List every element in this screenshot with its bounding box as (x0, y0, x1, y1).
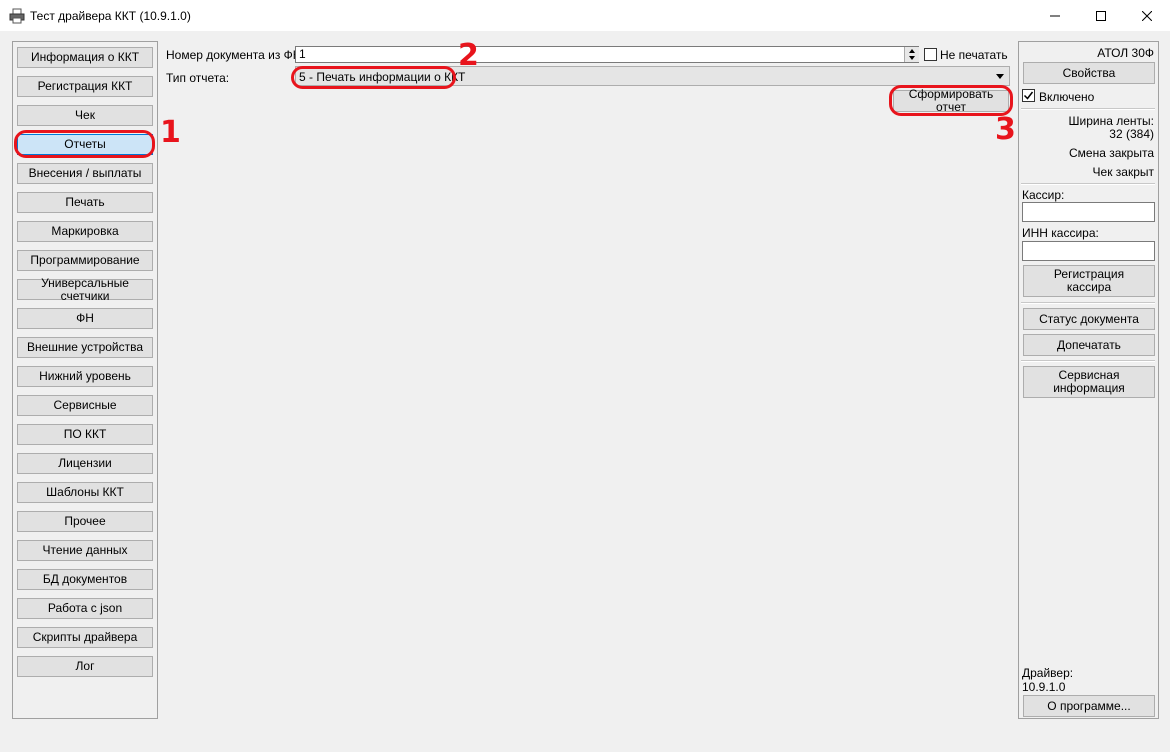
sidebar-item-kkt-registration[interactable]: Регистрация ККТ (17, 76, 153, 97)
spinner-arrows-icon (909, 49, 915, 60)
receipt-status: Чек закрыт (1092, 165, 1154, 179)
shift-status: Смена закрыта (1069, 146, 1154, 160)
separator (1021, 108, 1155, 110)
device-name: АТОЛ 30Ф (1097, 46, 1154, 60)
printer-icon (9, 8, 25, 24)
sidebar-item-log[interactable]: Лог (17, 656, 153, 677)
no-print-checkbox[interactable] (924, 48, 937, 61)
properties-button[interactable]: Свойства (1023, 62, 1155, 84)
minimize-icon (1050, 15, 1060, 16)
separator (1021, 183, 1155, 185)
callout-reports (14, 130, 155, 158)
chevron-down-icon (996, 74, 1004, 79)
minimize-button[interactable] (1032, 0, 1078, 31)
cashier-label: Кассир: (1022, 188, 1065, 202)
sidebar-item-json[interactable]: Работа с json (17, 598, 153, 619)
enabled-checkbox[interactable] (1022, 89, 1035, 102)
sidebar-item-other[interactable]: Прочее (17, 511, 153, 532)
sidebar-item-low-level[interactable]: Нижний уровень (17, 366, 153, 387)
sidebar-item-receipt[interactable]: Чек (17, 105, 153, 126)
sidebar-item-cash-in-out[interactable]: Внесения / выплаты (17, 163, 153, 184)
sidebar-item-licenses[interactable]: Лицензии (17, 453, 153, 474)
driver-label: Драйвер: (1022, 666, 1074, 680)
report-type-label: Тип отчета: (166, 71, 230, 85)
doc-number-spinner[interactable] (904, 47, 919, 62)
sidebar-item-fn[interactable]: ФН (17, 308, 153, 329)
service-info-button[interactable]: Сервисная информация (1023, 366, 1155, 398)
separator (1021, 302, 1155, 304)
sidebar-item-service[interactable]: Сервисные (17, 395, 153, 416)
sidebar-item-programming[interactable]: Программирование (17, 250, 153, 271)
sidebar-item-templates[interactable]: Шаблоны ККТ (17, 482, 153, 503)
sidebar-item-firmware[interactable]: ПО ККТ (17, 424, 153, 445)
sidebar-item-marking[interactable]: Маркировка (17, 221, 153, 242)
annotation-marker-3: 3 (995, 112, 1016, 147)
cashier-inn-input[interactable] (1022, 241, 1155, 261)
tape-width-label: Ширина ленты: (1068, 114, 1154, 128)
enabled-label: Включено (1039, 90, 1095, 104)
annotation-marker-2: 2 (458, 38, 479, 73)
doc-number-input[interactable]: 1 (295, 46, 919, 63)
sidebar-item-universal-counters[interactable]: Универсальные счетчики (17, 276, 153, 302)
annotation-marker-1: 1 (160, 115, 181, 150)
doc-number-label: Номер документа из ФН: (166, 48, 305, 62)
sidebar-item-read-data[interactable]: Чтение данных (17, 540, 153, 561)
sidebar-item-scripts[interactable]: Скрипты драйвера (17, 627, 153, 648)
close-icon (1142, 10, 1152, 21)
close-button[interactable] (1124, 0, 1170, 31)
sidebar-item-kkt-info[interactable]: Информация о ККТ (17, 47, 153, 68)
callout-report-type (291, 66, 456, 89)
no-print-label: Не печатать (940, 48, 1008, 62)
sidebar-item-documents-db[interactable]: БД документов (17, 569, 153, 590)
title-bar: Тест драйвера ККТ (10.9.1.0) (0, 0, 1170, 31)
reprint-button[interactable]: Допечатать (1023, 334, 1155, 356)
window-title: Тест драйвера ККТ (10.9.1.0) (30, 9, 191, 23)
cashier-inn-label: ИНН кассира: (1022, 226, 1099, 240)
sidebar-item-print[interactable]: Печать (17, 192, 153, 213)
checkmark-icon (1023, 91, 1034, 100)
register-cashier-button[interactable]: Регистрация кассира (1023, 265, 1155, 297)
tape-width-value: 32 (384) (1109, 127, 1154, 141)
separator (1021, 360, 1155, 362)
about-button[interactable]: О программе... (1023, 695, 1155, 717)
maximize-icon (1096, 10, 1106, 21)
cashier-input[interactable] (1022, 202, 1155, 222)
document-status-button[interactable]: Статус документа (1023, 308, 1155, 330)
sidebar-item-external-devices[interactable]: Внешние устройства (17, 337, 153, 358)
driver-version: 10.9.1.0 (1022, 680, 1066, 694)
maximize-button[interactable] (1078, 0, 1124, 31)
